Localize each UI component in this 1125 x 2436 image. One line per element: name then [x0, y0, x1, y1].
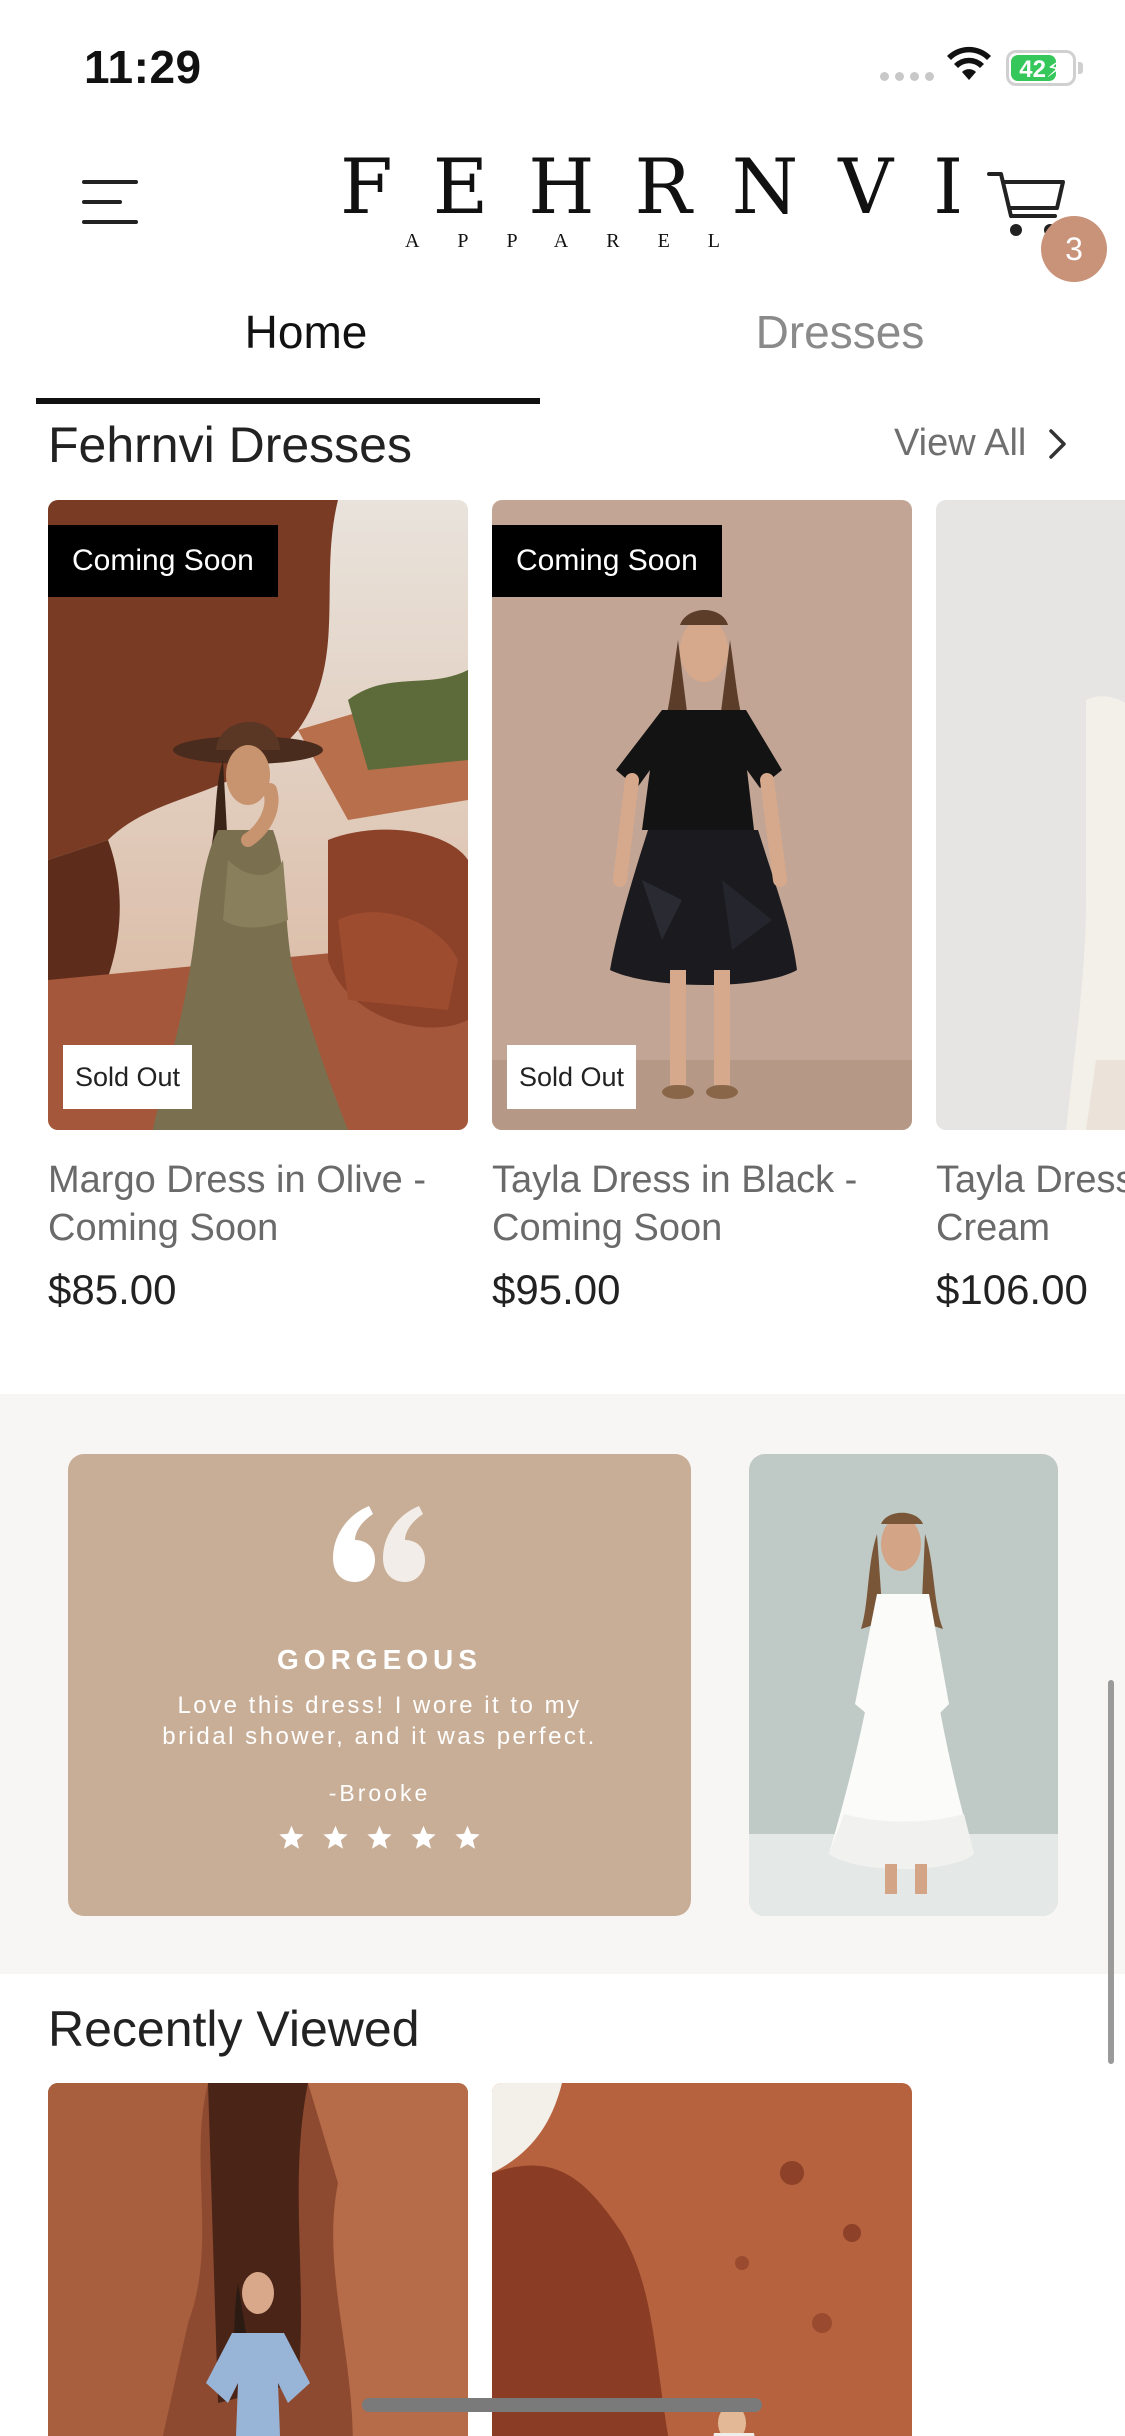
cart-count-badge: 3	[1041, 216, 1107, 282]
product-name-line: Margo Dress in Olive -	[48, 1159, 426, 1201]
battery-charging-icon: 42⚡	[1006, 50, 1076, 86]
testimonial-section: GORGEOUS Love this dress! I wore it to m…	[0, 1394, 1125, 1974]
view-all-link[interactable]: View All	[894, 422, 1068, 465]
recent-product-card[interactable]	[48, 2083, 468, 2436]
wifi-icon	[947, 46, 991, 80]
menu-button[interactable]	[78, 170, 142, 230]
testimonial-title: GORGEOUS	[277, 1644, 482, 1675]
home-indicator[interactable]	[362, 2398, 762, 2412]
tab-bar: Home Dresses	[0, 290, 1125, 406]
product-name-line: Coming Soon	[48, 1207, 279, 1249]
white-dress-photo	[749, 1454, 1058, 1916]
testimonial-author: -Brooke	[328, 1780, 431, 1806]
product-name[interactable]: Tayla Dress in Black - Coming Soon	[492, 1156, 912, 1252]
status-bar: 11:29 42⚡	[0, 0, 1125, 130]
testimonial-card[interactable]: GORGEOUS Love this dress! I wore it to m…	[68, 1454, 691, 1916]
logo-subtitle: APPAREL	[404, 230, 759, 252]
app-header: FEHRNVI APPAREL 3	[0, 130, 1125, 290]
product-name-line: Tayla Dress in Black -	[492, 1159, 858, 1201]
product-image[interactable]: Coming Soon Sold Out	[492, 500, 912, 1130]
testimonial-line: bridal shower, and it was perfect.	[162, 1723, 597, 1750]
rating-stars	[68, 1824, 691, 1851]
product-card[interactable]: Tayla Dress in Cream $106.00	[936, 500, 1125, 1314]
status-time: 11:29	[84, 41, 202, 93]
product-card[interactable]: Coming Soon Sold Out Tayla Dress in Blac…	[492, 500, 912, 1314]
star-icon	[411, 1825, 436, 1849]
menu-icon-line	[82, 220, 138, 224]
product-name-line: Coming Soon	[492, 1207, 723, 1249]
product-name-line: Cream	[936, 1207, 1051, 1249]
recently-viewed-carousel[interactable]	[0, 2083, 1125, 2436]
scroll-indicator[interactable]	[1108, 1680, 1114, 2064]
star-icon	[323, 1825, 348, 1849]
product-image[interactable]: Coming Soon Sold Out	[48, 500, 468, 1130]
product-photo-cream	[936, 500, 1125, 1130]
recent-product-photo	[48, 2083, 468, 2436]
section-title-dresses: Fehrnvi Dresses	[48, 417, 412, 473]
recent-product-card[interactable]	[492, 2083, 912, 2436]
logo-wordmark: FEHRNVI	[340, 142, 1004, 231]
cart-button[interactable]: 3	[985, 160, 1107, 282]
product-price: $106.00	[936, 1266, 1088, 1313]
sold-out-tag: Sold Out	[507, 1045, 637, 1109]
coming-soon-tag: Coming Soon	[492, 525, 722, 597]
brand-logo[interactable]: FEHRNVI APPAREL	[300, 142, 1004, 264]
product-carousel[interactable]: Coming Soon Sold Out Margo Dress in Oliv…	[0, 500, 1125, 1330]
recent-product-photo	[492, 2083, 912, 2436]
battery-cap	[1078, 62, 1083, 74]
product-price: $95.00	[492, 1266, 621, 1313]
quote-icon	[333, 1506, 425, 1582]
product-card[interactable]: Coming Soon Sold Out Margo Dress in Oliv…	[48, 500, 468, 1314]
active-tab-indicator	[36, 398, 540, 404]
star-icon	[367, 1825, 392, 1849]
menu-icon-line	[82, 200, 122, 204]
star-icon	[455, 1825, 480, 1849]
testimonial-line: Love this dress! I wore it to my	[177, 1692, 582, 1719]
product-name[interactable]: Margo Dress in Olive - Coming Soon	[48, 1156, 468, 1252]
testimonial-photo[interactable]	[749, 1454, 1058, 1916]
tab-home[interactable]: Home	[36, 290, 576, 406]
product-price: $85.00	[48, 1266, 177, 1313]
testimonial-text: Love this dress! I wore it to my bridal …	[128, 1690, 631, 1752]
coming-soon-tag: Coming Soon	[48, 525, 278, 597]
section-title-recently-viewed: Recently Viewed	[48, 2001, 420, 2057]
sold-out-tag: Sold Out	[63, 1045, 193, 1109]
product-name-line: Tayla Dress in	[936, 1159, 1125, 1201]
view-all-label: View All	[894, 422, 1027, 464]
signal-icon	[880, 72, 934, 81]
tab-dresses[interactable]: Dresses	[570, 290, 1110, 406]
battery-label: 42⚡	[1019, 56, 1063, 83]
product-image[interactable]	[936, 500, 1125, 1130]
menu-icon	[82, 180, 138, 184]
chevron-right-icon	[1049, 428, 1067, 459]
product-name[interactable]: Tayla Dress in Cream	[936, 1156, 1125, 1252]
star-icon	[279, 1825, 304, 1849]
